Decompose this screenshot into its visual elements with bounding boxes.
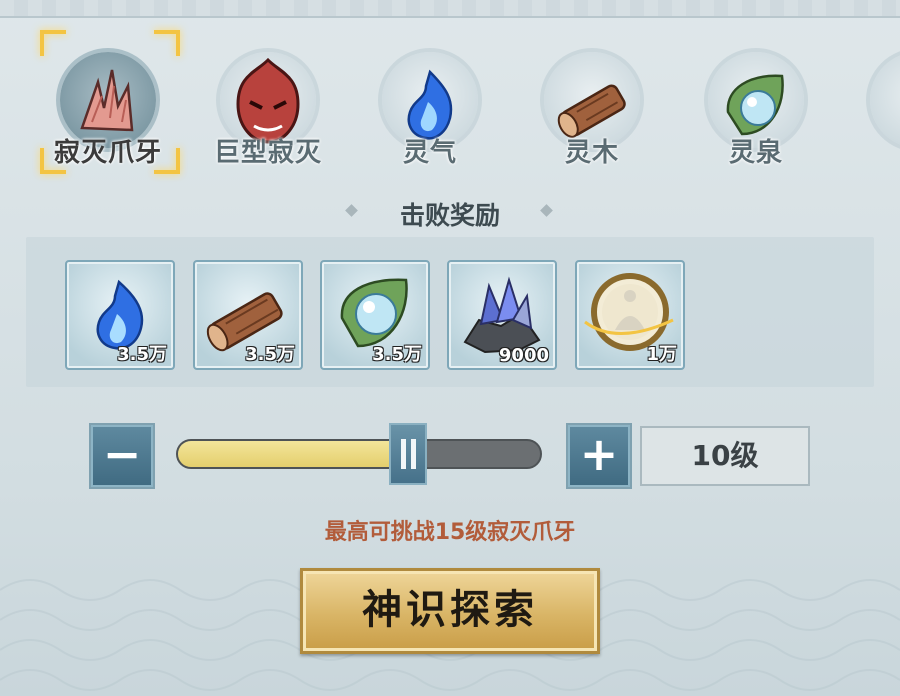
level-slider-thumb[interactable] xyxy=(389,423,427,485)
spirit-explore-button[interactable]: 神识探索 xyxy=(300,568,600,654)
enemy-label: 灵泉 xyxy=(728,138,783,168)
reward-item[interactable]: 1万 xyxy=(575,260,685,370)
level-slider-track[interactable] xyxy=(176,439,542,469)
enemy-tab-claw[interactable]: 寂灭爪牙 xyxy=(38,30,180,178)
reward-count: 3.5万 xyxy=(117,344,167,365)
selection-corner xyxy=(40,148,66,174)
enemy-label: 灵木 xyxy=(564,138,619,168)
reward-count: 3.5万 xyxy=(245,344,295,365)
selection-corner xyxy=(40,30,66,56)
level-slider-fill xyxy=(178,441,420,467)
thumb-grip-line xyxy=(411,439,416,469)
reward-item[interactable]: 3.5万 xyxy=(65,260,175,370)
level-display: 10级 xyxy=(640,426,810,486)
reward-count: 9000 xyxy=(498,345,549,366)
top-border xyxy=(0,0,900,18)
enemy-label: 巨型寂灭 xyxy=(213,138,322,168)
thumb-grip-line xyxy=(401,439,406,469)
enemy-tab-partial[interactable] xyxy=(848,38,900,178)
reward-count: 3.5万 xyxy=(372,344,422,365)
reward-item[interactable]: 3.5万 xyxy=(320,260,430,370)
enemy-tab-giant[interactable]: 巨型寂灭 xyxy=(198,38,338,178)
decrease-level-button[interactable]: − xyxy=(89,423,155,489)
enemy-portrait-frame xyxy=(870,52,900,148)
enemy-label: 灵气 xyxy=(402,138,457,168)
reward-item[interactable]: 3.5万 xyxy=(193,260,303,370)
enemy-tab-spirit-qi[interactable]: 灵气 xyxy=(360,38,500,178)
max-challenge-note: 最高可挑战15级寂灭爪牙 xyxy=(324,520,576,545)
increase-level-button[interactable]: + xyxy=(566,423,632,489)
selection-corner xyxy=(154,148,180,174)
enemy-tab-spirit-wood[interactable]: 灵木 xyxy=(522,38,662,178)
reward-count: 1万 xyxy=(646,344,677,365)
enemy-tab-spirit-spring[interactable]: 灵泉 xyxy=(686,38,826,178)
reward-item[interactable]: 9000 xyxy=(447,260,557,370)
selection-corner xyxy=(154,30,180,56)
rewards-title: 击败奖励 xyxy=(399,201,500,230)
